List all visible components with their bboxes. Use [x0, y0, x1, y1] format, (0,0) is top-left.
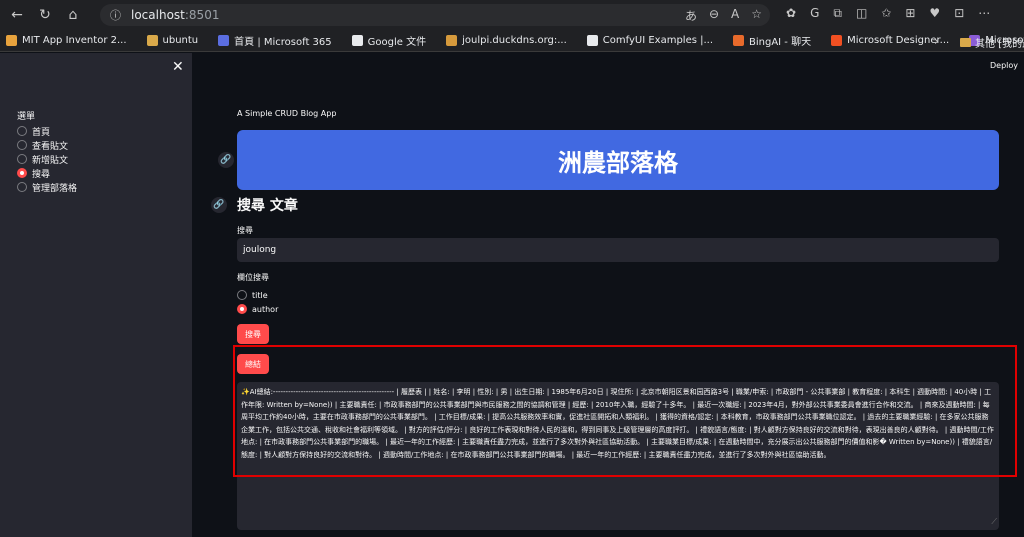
- sidebar-menu-label: 新增貼文: [32, 155, 69, 166]
- bookmark-favicon-icon: [586, 35, 598, 46]
- puzzle-icon[interactable]: ⧉: [833, 6, 842, 21]
- summary-textarea[interactable]: ✨AI總結:----------------------------------…: [237, 382, 999, 530]
- bookmark-favicon-icon: [831, 35, 843, 46]
- sidebar-menu-item[interactable]: 新增貼文: [17, 152, 77, 166]
- url-host: localhost: [131, 8, 185, 22]
- app-name: A Simple CRUD Blog App: [237, 109, 337, 118]
- sidebar-menu-item[interactable]: 搜尋: [17, 166, 77, 180]
- bookmark-item[interactable]: BingAI - 聊天: [733, 33, 811, 48]
- radio-icon[interactable]: [17, 126, 27, 136]
- link-icon[interactable]: 🔗: [218, 152, 234, 168]
- translate-icon[interactable]: あ: [685, 7, 697, 24]
- health-icon[interactable]: ♥: [929, 6, 940, 21]
- bookmark-label: ubuntu: [162, 35, 199, 46]
- search-button[interactable]: 搜尋: [237, 324, 269, 344]
- radio-icon[interactable]: [17, 140, 27, 150]
- address-bar[interactable]: ⓘ localhost :8501 あ ⊖ A ☆: [100, 4, 770, 26]
- sidebar-menu-label: 首頁: [32, 127, 51, 138]
- bookmark-favicon-icon: [6, 35, 17, 46]
- link-icon[interactable]: 🔗: [211, 197, 227, 213]
- favorites-icon[interactable]: ✩: [881, 6, 891, 21]
- close-icon[interactable]: ✕: [172, 59, 184, 75]
- more-icon[interactable]: ⋯: [978, 6, 990, 21]
- google-translate-icon[interactable]: G: [810, 6, 819, 21]
- bookmark-item[interactable]: Microsoft Designer...: [831, 33, 949, 48]
- reload-icon[interactable]: ↻: [34, 4, 56, 26]
- search-label: 搜尋: [237, 226, 253, 235]
- deploy-button[interactable]: Deploy: [990, 61, 1018, 70]
- sidebar-menu-item[interactable]: 查看貼文: [17, 138, 77, 152]
- chevron-right-icon[interactable]: ›: [934, 34, 939, 48]
- extension-icon[interactable]: ✿: [786, 6, 796, 21]
- menu-title: 選單: [17, 112, 36, 122]
- summary-text: ✨AI總結:----------------------------------…: [241, 388, 994, 459]
- bookmark-favicon-icon: [446, 35, 458, 46]
- bookmark-item[interactable]: ubuntu: [146, 33, 199, 48]
- page-banner: 洲農部落格: [237, 130, 999, 190]
- bookmark-other-folder[interactable]: 其他 [我的最: [960, 35, 1024, 50]
- favorite-star-icon[interactable]: ☆: [751, 7, 762, 24]
- radio-selected-icon[interactable]: [17, 168, 27, 178]
- summary-button[interactable]: 總結: [237, 354, 269, 374]
- sidebar-menu-label: 搜尋: [32, 169, 51, 180]
- field-option[interactable]: author: [237, 302, 278, 316]
- browser-titlebar: ← ↻ ⌂ ⓘ localhost :8501 あ ⊖ A ☆ ✿ G ⧉ ◫ …: [0, 0, 1024, 30]
- search-input[interactable]: joulong: [237, 238, 999, 262]
- field-search-label: 欄位搜尋: [237, 273, 269, 282]
- read-aloud-icon[interactable]: A: [731, 7, 739, 24]
- field-radio-group: title author: [237, 288, 278, 316]
- home-icon[interactable]: ⌂: [62, 4, 84, 26]
- bookmark-item[interactable]: 首頁 | Microsoft 365: [218, 33, 332, 48]
- bookmark-label: 首頁 | Microsoft 365: [234, 37, 332, 48]
- radio-selected-icon[interactable]: [237, 304, 247, 314]
- bookmark-label: MIT App Inventor 2...: [22, 35, 127, 46]
- bookmark-favicon-icon: [218, 35, 230, 46]
- main-content: Deploy A Simple CRUD Blog App 🔗 洲農部落格 🔗 …: [192, 53, 1024, 537]
- bookmarks-bar: MIT App Inventor 2... ubuntu 首頁 | Microsof…: [0, 30, 1024, 52]
- radio-icon[interactable]: [17, 182, 27, 192]
- bookmark-item[interactable]: joulpi.duckdns.org:...: [446, 33, 567, 48]
- bookmark-label: joulpi.duckdns.org:...: [462, 35, 567, 46]
- resize-handle-icon[interactable]: ⟋: [991, 516, 997, 529]
- folder-icon: [960, 38, 971, 47]
- sidebar-menu-item[interactable]: 首頁: [17, 124, 77, 138]
- screenshot-icon[interactable]: ⊡: [954, 6, 964, 21]
- field-option-label: title: [252, 290, 268, 300]
- bookmark-favicon-icon: [146, 35, 158, 46]
- split-screen-icon[interactable]: ◫: [856, 6, 867, 21]
- sidebar-menu-label: 查看貼文: [32, 141, 69, 152]
- collections-icon[interactable]: ⊞: [905, 6, 915, 21]
- back-arrow-icon[interactable]: ←: [6, 4, 28, 26]
- menu-list: 首頁查看貼文新增貼文搜尋管理部落格: [17, 124, 77, 194]
- bookmark-label: BingAI - 聊天: [749, 37, 812, 48]
- field-option[interactable]: title: [237, 288, 278, 302]
- page-title: 搜尋 文章: [237, 198, 298, 214]
- zoom-icon[interactable]: ⊖: [709, 7, 719, 24]
- bookmark-favicon-icon: [733, 35, 745, 46]
- radio-icon[interactable]: [17, 154, 27, 164]
- sidebar-menu-item[interactable]: 管理部落格: [17, 180, 77, 194]
- radio-icon[interactable]: [237, 290, 247, 300]
- field-option-label: author: [252, 304, 279, 314]
- bookmark-label: ComfyUI Examples |...: [602, 35, 714, 46]
- sidebar: ✕ 選單 首頁查看貼文新增貼文搜尋管理部落格: [0, 53, 192, 537]
- bookmark-label: Google 文件: [367, 37, 427, 48]
- bookmark-favicon-icon: [351, 35, 363, 46]
- bookmark-item[interactable]: Google 文件: [351, 33, 427, 48]
- bookmark-other-label: 其他 [我的最: [975, 39, 1024, 50]
- bookmark-item[interactable]: MIT App Inventor 2...: [6, 33, 127, 48]
- url-port: :8501: [184, 8, 220, 22]
- sidebar-menu-label: 管理部落格: [32, 183, 78, 194]
- bookmark-item[interactable]: ComfyUI Examples |...: [586, 33, 714, 48]
- info-icon[interactable]: ⓘ: [110, 7, 121, 23]
